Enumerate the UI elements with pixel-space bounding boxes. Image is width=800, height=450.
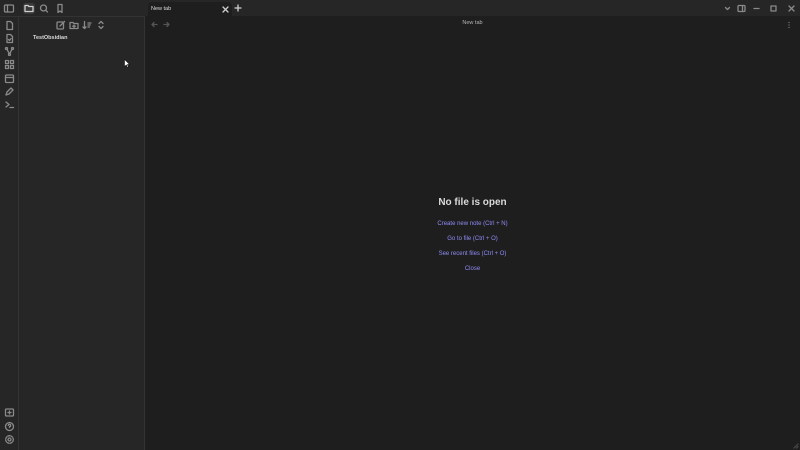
close-link[interactable]: Close [145, 262, 800, 277]
new-folder-icon[interactable] [69, 20, 79, 30]
settings-icon[interactable] [4, 434, 15, 445]
calendar-icon[interactable] [4, 73, 15, 84]
files-view-icon[interactable] [23, 3, 35, 14]
vault-switch-icon[interactable] [4, 407, 15, 418]
create-new-note-link[interactable]: Create new note (Ctrl + N) [145, 217, 800, 232]
new-note-ribbon-icon[interactable] [4, 20, 15, 31]
empty-state: No file is open Create new note (Ctrl + … [145, 197, 800, 277]
sidebar-toggle-icon[interactable] [3, 3, 15, 14]
see-recent-files-link[interactable]: See recent files (Ctrl + O) [145, 247, 800, 262]
chevron-down-icon[interactable] [723, 4, 732, 13]
new-tab-icon[interactable] [234, 4, 242, 12]
more-options-icon[interactable] [786, 21, 792, 29]
sidebar-header [0, 0, 145, 17]
ribbon [0, 0, 19, 450]
right-sidebar-toggle-icon[interactable] [737, 4, 746, 13]
go-to-file-link[interactable]: Go to file (Ctrl + O) [145, 232, 800, 247]
tab-title: New tab [151, 6, 172, 12]
window-close-icon[interactable] [787, 4, 796, 13]
tab-bar: New tab [145, 0, 800, 17]
templates-icon[interactable] [4, 86, 15, 97]
search-icon[interactable] [38, 3, 50, 14]
new-note-icon[interactable] [56, 20, 66, 30]
empty-state-title: No file is open [438, 197, 507, 208]
mouse-cursor-icon [124, 59, 130, 68]
main-view: New tab No file is open Create new note … [145, 17, 800, 450]
vault-name[interactable]: TestObsidian [33, 35, 67, 41]
graph-view-icon[interactable] [4, 46, 15, 57]
tab-new-tab[interactable]: New tab [148, 2, 232, 17]
open-quick-switcher-icon[interactable] [4, 33, 15, 44]
view-title: New tab [462, 20, 483, 26]
canvas-icon[interactable] [4, 59, 15, 70]
terminal-icon[interactable] [4, 99, 15, 110]
close-icon[interactable] [222, 6, 229, 13]
help-icon[interactable] [4, 421, 15, 432]
resize-grip-icon[interactable] [793, 443, 799, 449]
sort-icon[interactable] [82, 20, 92, 30]
minimize-icon[interactable] [752, 4, 761, 13]
collapse-all-icon[interactable] [96, 20, 106, 30]
bookmarks-icon[interactable] [54, 3, 66, 14]
maximize-icon[interactable] [769, 4, 778, 13]
